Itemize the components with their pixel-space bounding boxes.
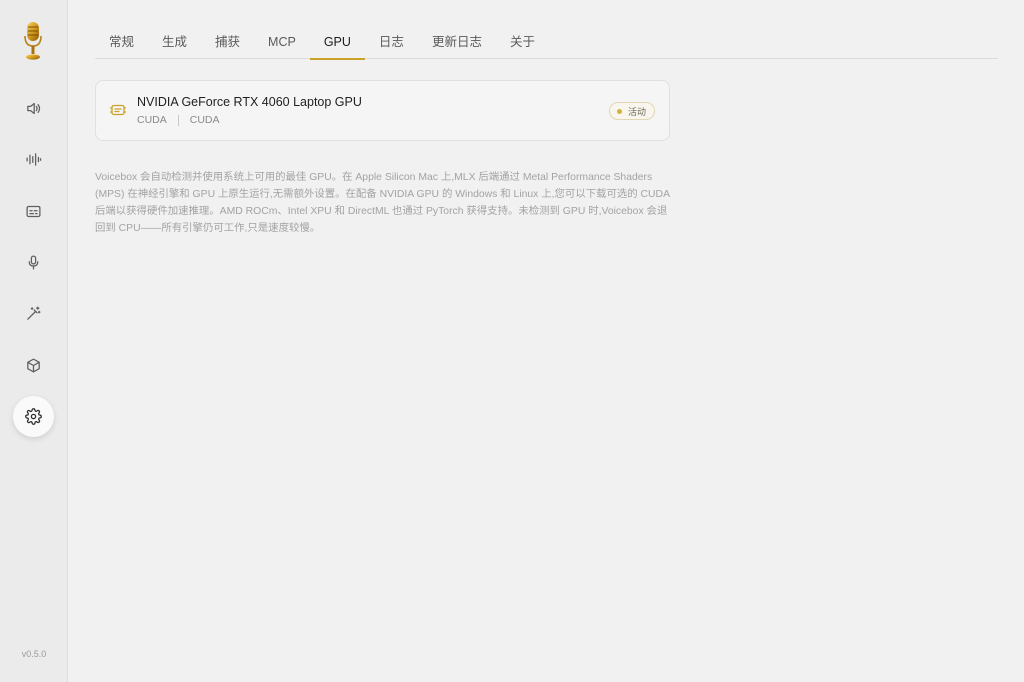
gpu-description: Voicebox 会自动检测并使用系统上可用的最佳 GPU。在 Apple Si… xyxy=(95,172,670,234)
tab-mcp[interactable]: MCP xyxy=(254,25,310,59)
tab-gpu[interactable]: GPU xyxy=(309,25,366,60)
tab-generation[interactable]: 生成 xyxy=(148,25,201,59)
status-dot-icon xyxy=(616,108,622,114)
gpu-chip-icon xyxy=(109,103,127,117)
speaker-icon xyxy=(27,102,41,115)
sidebar-item-models[interactable] xyxy=(13,345,54,386)
magic-wand-icon xyxy=(27,306,41,320)
microphone-icon xyxy=(28,255,39,270)
sidebar-item-record[interactable] xyxy=(13,242,54,283)
tab-changelog[interactable]: 更新日志 xyxy=(418,25,496,59)
app-window: v0.5.0 常规 生成 捕获 MCP GPU 日志 更新日志 关于 NVIDI… xyxy=(0,0,1024,682)
cube-icon xyxy=(27,358,40,373)
tab-capture[interactable]: 捕获 xyxy=(201,25,254,59)
divider xyxy=(177,114,179,126)
sidebar: v0.5.0 xyxy=(0,0,68,682)
gpu-name: NVIDIA GeForce RTX 4060 Laptop GPU xyxy=(137,95,362,109)
gpu-type: CUDA xyxy=(189,114,220,126)
tab-general[interactable]: 常规 xyxy=(95,25,148,59)
gpu-card: NVIDIA GeForce RTX 4060 Laptop GPU CUDA … xyxy=(95,80,670,141)
sidebar-item-captions[interactable] xyxy=(13,191,54,232)
gpu-details: CUDA CUDA xyxy=(137,114,220,126)
sidebar-item-audio[interactable] xyxy=(13,139,54,180)
app-version: v0.5.0 xyxy=(21,649,47,659)
gpu-backend: CUDA xyxy=(137,114,167,126)
tab-logs[interactable]: 日志 xyxy=(365,25,418,59)
sidebar-item-effects[interactable] xyxy=(13,293,54,334)
captions-icon xyxy=(26,205,41,218)
golden-microphone-icon[interactable] xyxy=(21,20,45,62)
sidebar-item-settings[interactable] xyxy=(13,396,54,437)
settings-tabs: 常规 生成 捕获 MCP GPU 日志 更新日志 关于 xyxy=(95,25,998,60)
status-badge: 活动 xyxy=(608,102,655,120)
status-label: 活动 xyxy=(627,106,646,117)
gear-icon xyxy=(25,408,42,425)
tab-about[interactable]: 关于 xyxy=(496,25,549,59)
sidebar-item-voices[interactable] xyxy=(13,88,54,129)
waveform-icon xyxy=(26,153,42,166)
